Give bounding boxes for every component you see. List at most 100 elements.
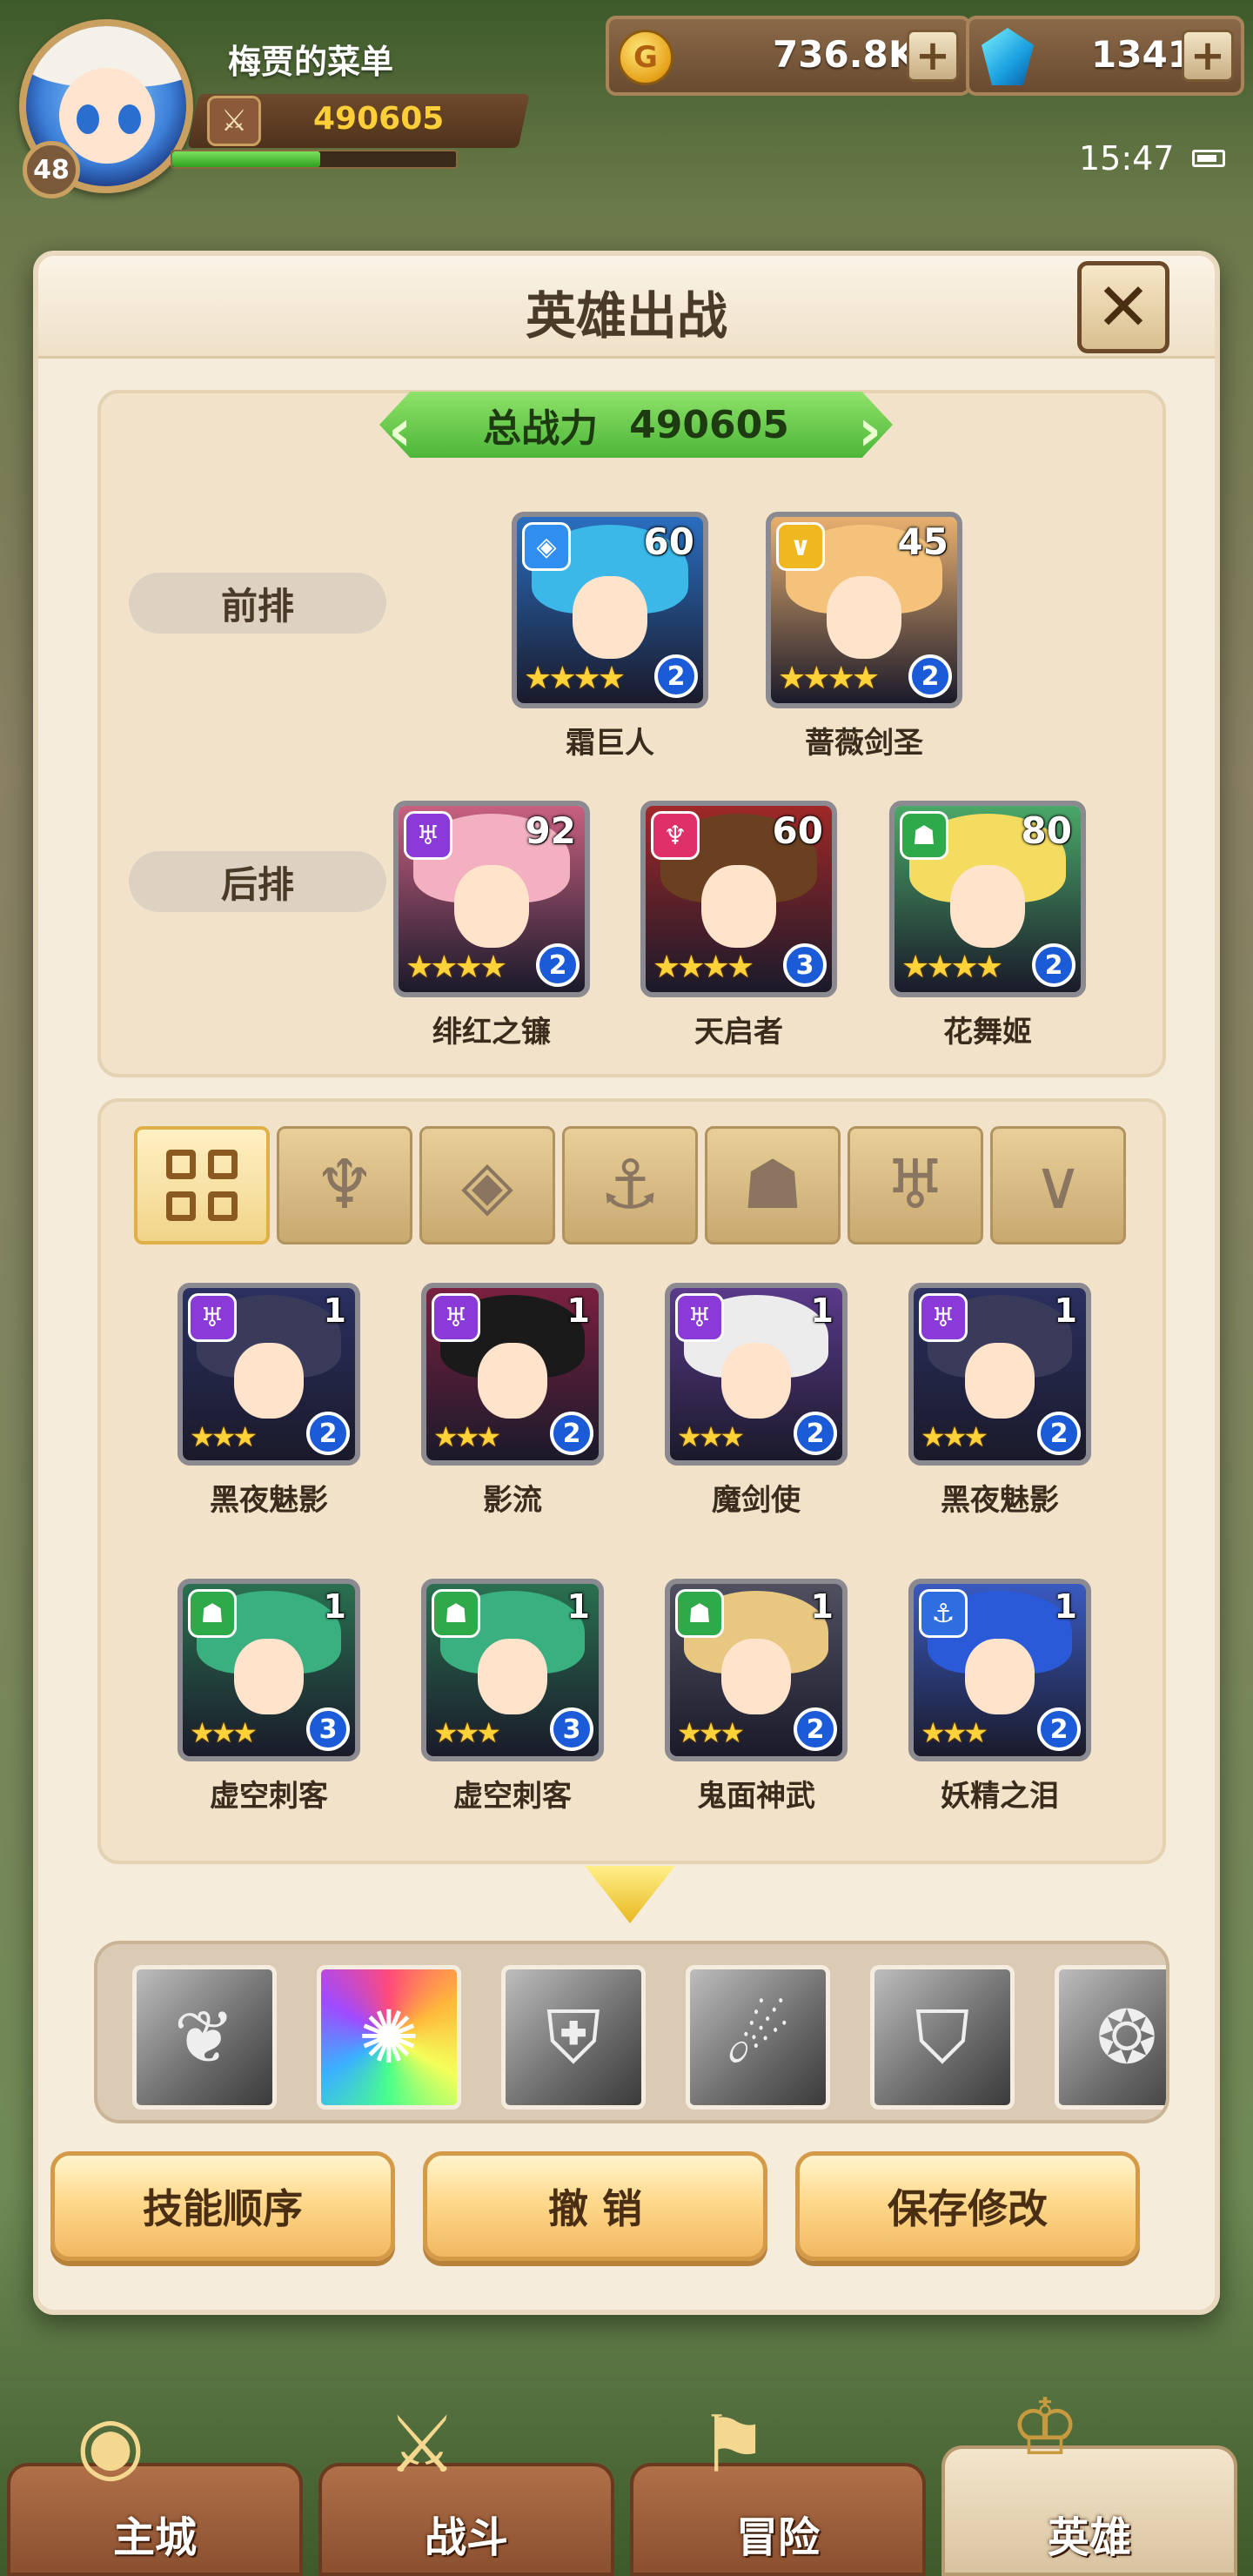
- hero-slot[interactable]: ♅ 92 ★★★★ 2 绯红之镰: [393, 801, 590, 1050]
- hero-level: 1: [810, 1291, 834, 1330]
- star-rating: ★★★: [190, 1716, 258, 1749]
- hero-name: 虚空刺客: [453, 1779, 572, 1814]
- hero-card[interactable]: ♅ 1 ★★★ 2: [665, 1283, 848, 1466]
- rank-badge: 3: [783, 943, 827, 987]
- nav-label: 战斗: [424, 2513, 508, 2562]
- chevron-right-icon: ›: [858, 397, 882, 464]
- hero-name: 黑夜魅影: [210, 1483, 328, 1518]
- hero-card[interactable]: ♆ 60 ★★★★ 3: [640, 801, 837, 997]
- anchor-filter[interactable]: ⚓: [562, 1126, 698, 1244]
- hero-face: [950, 865, 1025, 948]
- hero-slot[interactable]: ♅ 1 ★★★ 2 黑夜魅影: [178, 1283, 360, 1519]
- shield-crest-skill-icon[interactable]: ⛉: [870, 1965, 1015, 2110]
- nav-tab-1[interactable]: ◉ 主城: [7, 2399, 303, 2576]
- star-rating: ★★★: [921, 1420, 988, 1453]
- hero-card[interactable]: ♅ 92 ★★★★ 2: [393, 801, 590, 997]
- total-power-label: 总战力: [483, 406, 599, 451]
- rank-badge: 2: [794, 1707, 837, 1751]
- rank-badge: 2: [794, 1412, 837, 1455]
- chevron-filter[interactable]: ∨: [990, 1126, 1126, 1244]
- rainbow-skill-icon[interactable]: ✺: [317, 1965, 461, 2110]
- flame-filter[interactable]: ♆: [277, 1126, 412, 1244]
- gold-coin-icon: G: [618, 30, 673, 85]
- beast-filter[interactable]: ☗: [705, 1126, 841, 1244]
- hero-card[interactable]: ∨ 45 ★★★★ 2: [766, 512, 962, 708]
- hero-card[interactable]: ♅ 1 ★★★ 2: [421, 1283, 604, 1466]
- exp-bar-fill: [172, 151, 320, 167]
- hero-level: 1: [566, 1291, 590, 1330]
- nav-emblem-icon: ♔: [1009, 2381, 1081, 2473]
- hero-face: [827, 576, 901, 659]
- hero-level: 60: [643, 520, 694, 563]
- hero-card[interactable]: ⚓ 1 ★★★ 2: [908, 1579, 1091, 1761]
- skill-order-button[interactable]: 技能顺序: [50, 2151, 395, 2261]
- hero-name: 妖精之泪: [941, 1779, 1059, 1814]
- bottom-nav: ◉ 主城 ⚔ 战斗 ⚑ 冒险 ♔ 英雄: [0, 2367, 1253, 2576]
- team-section: 总战力 490605 ‹ › 前排 后排 ◈ 60 ★★★★ 2 霜巨人 ∨ 45 ★★★★ 2…: [97, 390, 1166, 1077]
- crossed-swords-icon: ⚔: [207, 96, 261, 146]
- gem-panel: 1341 +: [966, 16, 1244, 96]
- hero-card[interactable]: ☗ 1 ★★★ 2: [665, 1579, 848, 1761]
- hero-name: 黑夜魅影: [941, 1483, 1059, 1518]
- hero-slot[interactable]: ♅ 1 ★★★ 2 魔剑使: [665, 1283, 848, 1519]
- hero-card[interactable]: ☗ 80 ★★★★ 2: [889, 801, 1086, 997]
- exp-bar: [171, 150, 458, 169]
- wing-skill-icon[interactable]: ❦: [132, 1965, 277, 2110]
- hero-name: 花舞姬: [943, 1015, 1032, 1050]
- hero-level: 92: [525, 809, 576, 852]
- hero-slot[interactable]: ♅ 1 ★★★ 2 影流: [421, 1283, 604, 1519]
- hero-slot[interactable]: ☗ 1 ★★★ 3 虚空刺客: [178, 1579, 360, 1815]
- star-rating: ★★★: [433, 1420, 501, 1453]
- star-rating: ★★★★: [778, 661, 880, 696]
- add-gems-button[interactable]: +: [1182, 30, 1234, 82]
- hero-slot[interactable]: ⚓ 1 ★★★ 2 妖精之泪: [908, 1579, 1091, 1815]
- partial-skill-icon[interactable]: ❂: [1055, 1965, 1166, 2110]
- hero-slot[interactable]: ☗ 80 ★★★★ 2 花舞姬: [889, 801, 1086, 1050]
- modal-header: 英雄出战 ✕: [38, 256, 1215, 359]
- close-button[interactable]: ✕: [1077, 261, 1169, 353]
- hero-card[interactable]: ◈ 60 ★★★★ 2: [512, 512, 708, 708]
- save-changes-button[interactable]: 保存修改: [795, 2151, 1140, 2261]
- hero-slot[interactable]: ♅ 1 ★★★ 2 黑夜魅影: [908, 1283, 1091, 1519]
- front-row-label: 前排: [129, 573, 386, 634]
- shield-skill-icon[interactable]: ⛨: [501, 1965, 646, 2110]
- nav-tab-2[interactable]: ⚔ 战斗: [318, 2399, 614, 2576]
- hero-slot[interactable]: ♆ 60 ★★★★ 3 天启者: [640, 801, 837, 1050]
- rank-badge: 2: [1037, 1412, 1081, 1455]
- anchor-icon: ⚓: [919, 1589, 968, 1638]
- hero-level: 45: [897, 520, 948, 563]
- hero-card[interactable]: ♅ 1 ★★★ 2: [908, 1283, 1091, 1466]
- hero-card[interactable]: ♅ 1 ★★★ 2: [178, 1283, 360, 1466]
- rank-badge: 2: [1037, 1707, 1081, 1751]
- hero-card[interactable]: ☗ 1 ★★★ 3: [178, 1579, 360, 1761]
- hero-level: 80: [1021, 809, 1072, 852]
- hero-name: 影流: [483, 1483, 542, 1518]
- gem-value: 1341: [1091, 33, 1193, 76]
- hero-slot[interactable]: ☗ 1 ★★★ 3 虚空刺客: [421, 1579, 604, 1815]
- horn-filter[interactable]: ♅: [848, 1126, 983, 1244]
- cancel-button[interactable]: 撤 销: [423, 2151, 767, 2261]
- nav-tab-4[interactable]: ♔ 英雄: [941, 2382, 1237, 2576]
- star-rating: ★★★: [921, 1716, 988, 1749]
- crystal-icon: ◈: [522, 522, 571, 571]
- hero-name: 鬼面神武: [697, 1779, 815, 1814]
- slash-skill-icon[interactable]: ☄: [686, 1965, 830, 2110]
- nav-emblem-icon: ⚔: [386, 2398, 458, 2491]
- hero-card[interactable]: ☗ 1 ★★★ 3: [421, 1579, 604, 1761]
- hero-face: [454, 865, 529, 948]
- nav-tab-3[interactable]: ⚑ 冒险: [630, 2399, 926, 2576]
- hero-face: [478, 1343, 547, 1419]
- hero-face: [573, 576, 647, 659]
- hero-slot[interactable]: ∨ 45 ★★★★ 2 蔷薇剑圣: [766, 512, 962, 761]
- add-gold-button[interactable]: +: [907, 30, 959, 82]
- beast-icon: ☗: [188, 1589, 237, 1638]
- rank-badge: 2: [536, 943, 580, 987]
- all-filter[interactable]: [134, 1126, 270, 1244]
- crystal-filter[interactable]: ◈: [419, 1126, 555, 1244]
- hero-face: [701, 865, 776, 948]
- expand-arrow-icon[interactable]: [585, 1866, 675, 1923]
- hero-face: [721, 1639, 791, 1715]
- hero-slot[interactable]: ☗ 1 ★★★ 2 鬼面神武: [665, 1579, 848, 1815]
- hero-slot[interactable]: ◈ 60 ★★★★ 2 霜巨人: [512, 512, 708, 761]
- beast-icon: ☗: [900, 811, 948, 860]
